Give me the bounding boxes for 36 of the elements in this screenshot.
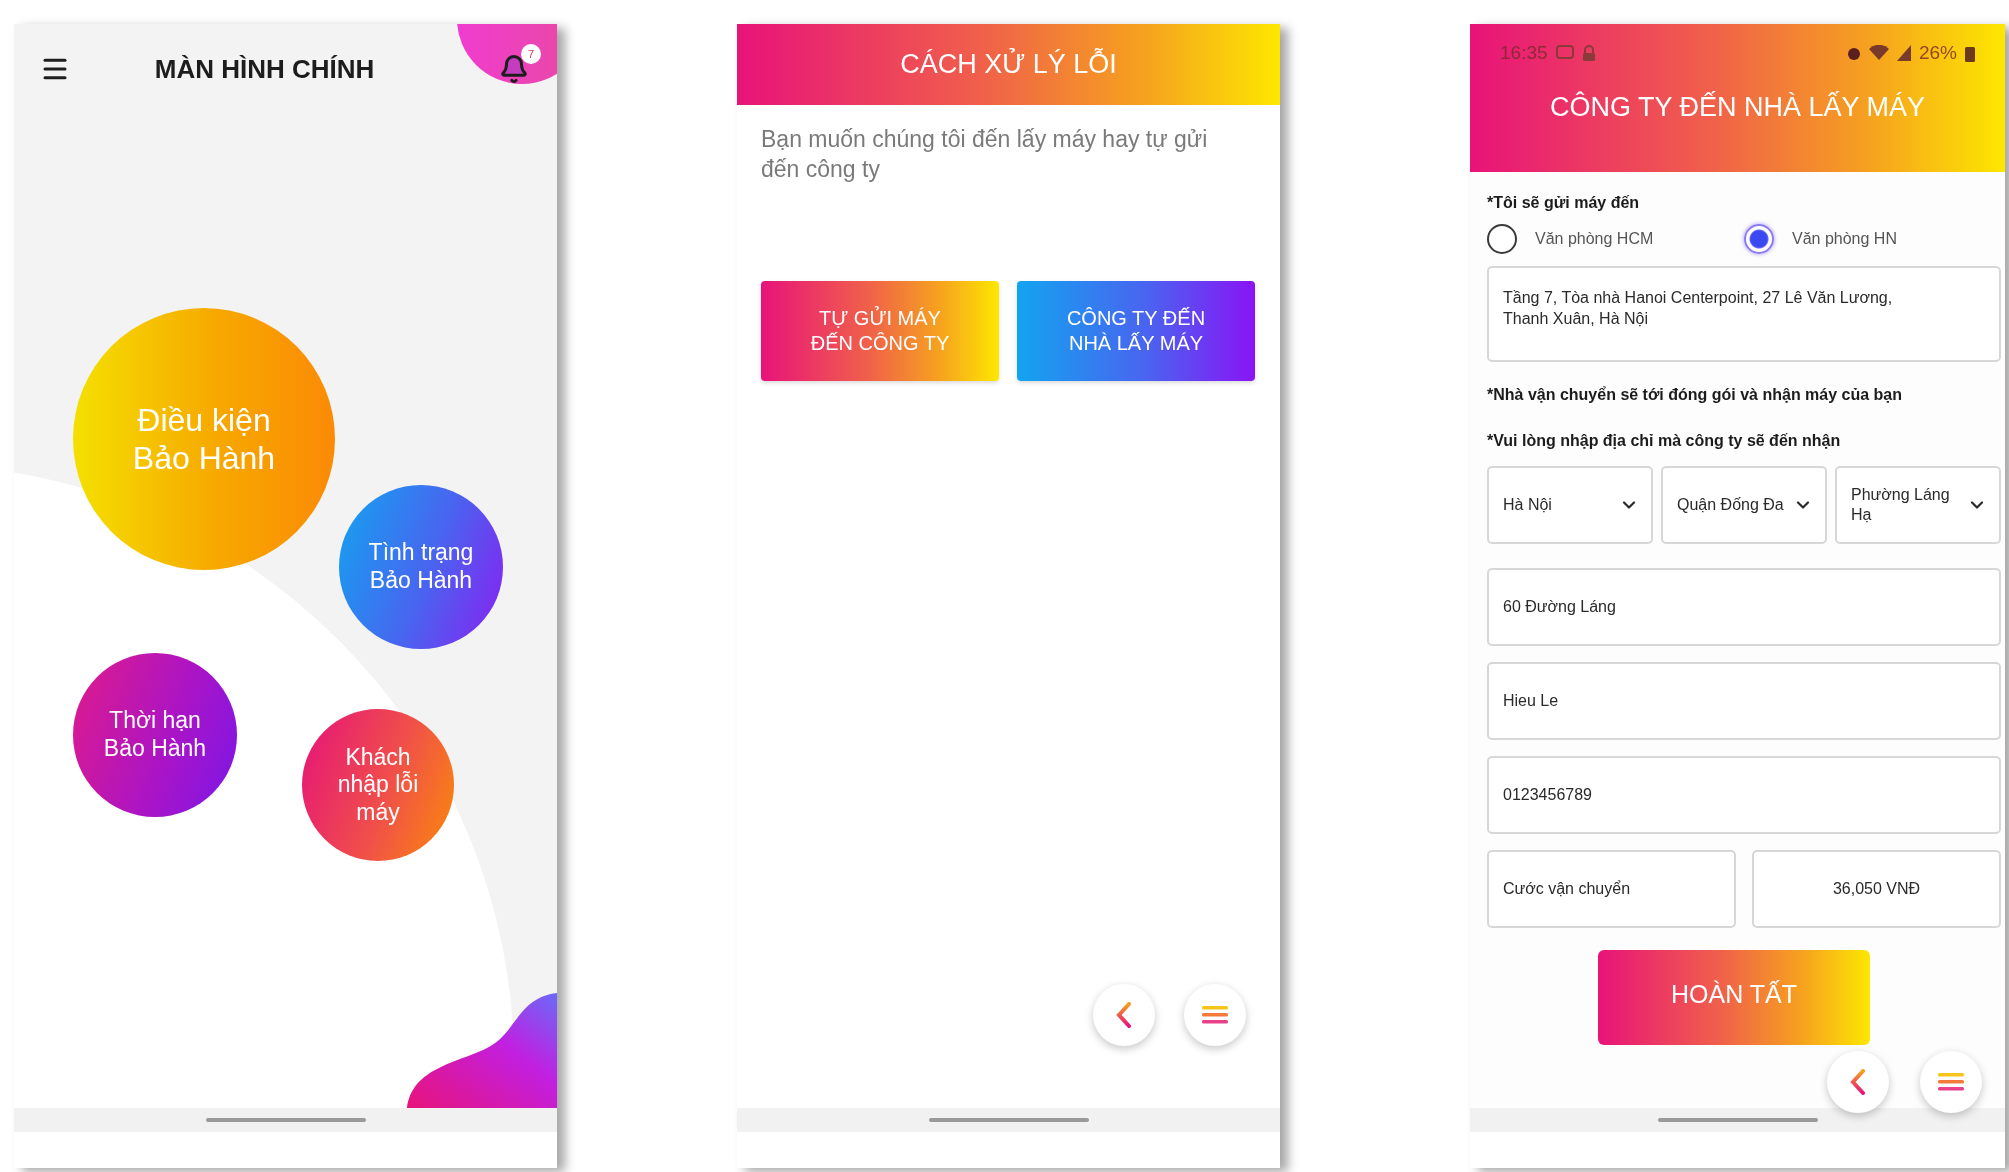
menu-bubble[interactable]: Tình trạng Bảo Hành	[339, 485, 503, 649]
back-icon	[1850, 1069, 1866, 1095]
option-button[interactable]: CÔNG TY ĐẾN NHÀ LẤY MÁY	[1017, 280, 1255, 381]
radio-button[interactable]	[1744, 224, 1774, 254]
section-label: *Tôi sẽ gửi máy đến	[1487, 194, 1641, 212]
note-text: *Vui lòng nhập địa chỉ mà công ty sẽ đến nhận	[1487, 432, 1842, 450]
back-button[interactable]	[1093, 984, 1155, 1046]
radio-label: Văn phòng HCM	[1535, 230, 1654, 248]
lock-icon	[1581, 44, 1596, 62]
radio-label: Văn phòng HN	[1792, 230, 1897, 248]
battery-icon	[1965, 44, 1975, 62]
header-title: CÁCH XỬ LÝ LỖI	[899, 49, 1118, 80]
message-icon	[1555, 45, 1574, 61]
fee-value-box: 36,050 VNĐ	[1752, 850, 2001, 928]
text-field[interactable]: Hieu Le	[1487, 662, 2001, 740]
radio-button[interactable]	[1487, 224, 1517, 254]
dropdown-field[interactable]: Phường Láng Hạ	[1835, 466, 2001, 544]
back-button[interactable]	[1827, 1051, 1889, 1113]
note-text: *Nhà vận chuyển sẽ tới đóng gói và nhận máy của bạn	[1487, 386, 1904, 404]
battery-percent: 26%	[1918, 42, 1957, 64]
menu-icon	[1938, 1073, 1964, 1091]
screen-title: MÀN HÌNH CHÍNH	[153, 53, 376, 85]
dropdown-field[interactable]: Quận Đống Đa	[1661, 466, 1827, 544]
header-title: CÔNG TY ĐẾN NHÀ LẤY MÁY	[1548, 92, 1927, 123]
status-time: 16:35	[1500, 42, 1548, 64]
address-field[interactable]: Tầng 7, Tòa nhà Hanoi Centerpoint, 27 Lê Văn Lương, Thanh Xuân, Hà Nội	[1487, 266, 2001, 362]
signal-icon	[1896, 45, 1911, 61]
dropdown-field[interactable]: Hà Nội	[1487, 466, 1653, 544]
fee-label-box: Cước vận chuyển	[1487, 850, 1736, 928]
notification-button[interactable]	[499, 54, 529, 84]
wifi-icon	[1868, 45, 1889, 61]
text-field[interactable]: 60 Đường Láng	[1487, 568, 2001, 646]
menu-icon	[1202, 1006, 1228, 1024]
text-field[interactable]: 0123456789	[1487, 756, 2001, 834]
back-icon	[1116, 1002, 1132, 1028]
prompt-text: Bạn muốn chúng tôi đến lấy máy hay tự gửi đến công ty	[760, 125, 1209, 184]
